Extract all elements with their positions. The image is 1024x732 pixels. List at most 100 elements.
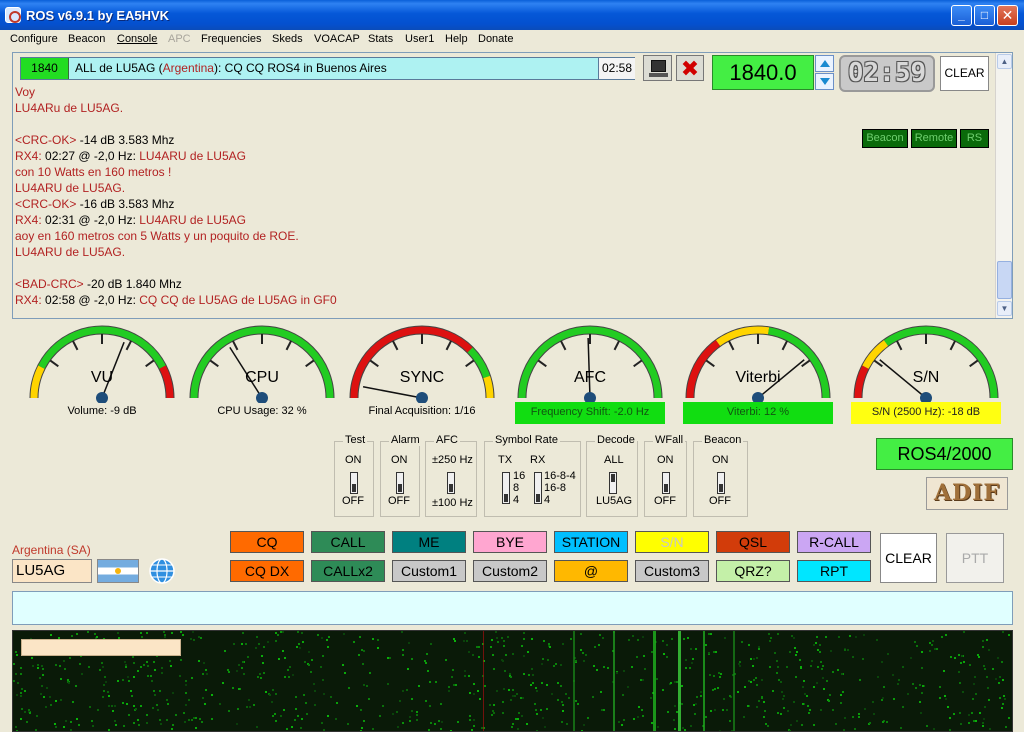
gauge-arc-segment xyxy=(883,326,998,399)
clear-console-button[interactable]: CLEAR xyxy=(940,56,989,91)
terminal-icon[interactable] xyxy=(643,55,672,81)
macro-custom3-button[interactable]: Custom3 xyxy=(635,560,709,582)
scroll-up-arrow-icon[interactable]: ▲ xyxy=(997,54,1012,69)
globe-icon[interactable] xyxy=(145,557,179,585)
callsign-field[interactable]: LU5AG xyxy=(12,559,92,583)
console-line: RX4: 02:58 @ -2,0 Hz: CQ CQ de LU5AG de … xyxy=(15,293,337,307)
menu-configure[interactable]: Configure xyxy=(10,33,58,45)
waterfall-bandwidth-marker[interactable] xyxy=(21,639,181,656)
macro-station-button[interactable]: STATION xyxy=(554,531,628,553)
adif-button[interactable]: ADIF xyxy=(926,477,1008,510)
close-button[interactable]: ✕ xyxy=(997,5,1018,26)
console-log[interactable]: Voy LU4ARu de LU5AG. <CRC-OK> -14 dB 3.58… xyxy=(12,52,1013,319)
stop-x-icon[interactable]: ✖ xyxy=(676,55,704,81)
gauge-tick xyxy=(633,359,643,368)
console-line: LU4ARu de LU5AG. xyxy=(15,101,124,115)
toggle-decode-all: ALL xyxy=(604,454,624,466)
macro-rcall-button[interactable]: R-CALL xyxy=(797,531,871,553)
toggle-beacon-on: ON xyxy=(712,454,729,466)
ptt-button: PTT xyxy=(946,533,1004,583)
macro-custom2-button[interactable]: Custom2 xyxy=(473,560,547,582)
scroll-thumb[interactable] xyxy=(997,261,1012,299)
menu-beacon[interactable]: Beacon xyxy=(68,33,105,45)
scroll-down-arrow-icon[interactable]: ▼ xyxy=(997,301,1012,316)
gauge-afc-dial xyxy=(517,325,663,403)
gauge-tick xyxy=(896,340,903,351)
gauge-tick xyxy=(285,340,292,351)
gauge-tick xyxy=(537,359,547,368)
macro-cq-button[interactable]: CQ xyxy=(230,531,304,553)
symbol-rate-tx-options: 16 8 4 xyxy=(513,470,526,506)
symbol-rate-rx-switch[interactable] xyxy=(534,472,542,504)
spin-up-icon[interactable] xyxy=(815,55,834,72)
menu-console[interactable]: Console xyxy=(117,33,157,45)
gauge-tick xyxy=(705,359,715,368)
menu-bar: Configure Beacon Console APC Frequencies… xyxy=(0,30,1024,50)
spin-down-icon[interactable] xyxy=(815,73,834,90)
toggle-decode: Decode ALL LU5AG xyxy=(586,434,638,517)
toggle-wfall-title: WFall xyxy=(653,434,686,446)
waterfall-display[interactable] xyxy=(12,630,1013,732)
macro-cqdx-button[interactable]: CQ DX xyxy=(230,560,304,582)
menu-help[interactable]: Help xyxy=(445,33,468,45)
frequency-spinner[interactable] xyxy=(815,55,834,90)
toggle-decode-switch[interactable] xyxy=(609,472,617,494)
toggle-alarm-off: OFF xyxy=(388,495,410,507)
gauge-hub xyxy=(416,392,428,403)
toggle-alarm-switch[interactable] xyxy=(396,472,404,494)
macro-sn-button[interactable]: S/N xyxy=(635,531,709,553)
rs-button[interactable]: RS xyxy=(960,129,989,148)
frequency-display[interactable]: 1840.0 xyxy=(712,55,814,90)
macro-me-button[interactable]: ME xyxy=(392,531,466,553)
macro-custom1-button[interactable]: Custom1 xyxy=(392,560,466,582)
symbol-rate-rx-label: RX xyxy=(530,454,546,466)
waterfall-signal-line xyxy=(483,631,484,731)
clear-tx-button[interactable]: CLEAR xyxy=(880,533,937,583)
gauge-tick xyxy=(949,340,956,351)
console-line: con 10 Watts en 160 metros ! xyxy=(15,165,172,179)
macro-callx2-button[interactable]: CALLx2 xyxy=(311,560,385,582)
gauge-sync: SYNC Final Acquisition: 1/16 xyxy=(347,323,497,423)
gauge-vu-dial xyxy=(29,325,175,403)
macro-bye-button[interactable]: BYE xyxy=(473,531,547,553)
macro-qsl-button[interactable]: QSL xyxy=(716,531,790,553)
toggle-wfall-off: OFF xyxy=(654,495,676,507)
macro-rpt-button[interactable]: RPT xyxy=(797,560,871,582)
macro-qrz-button[interactable]: QRZ? xyxy=(716,560,790,582)
remote-button[interactable]: Remote xyxy=(911,129,957,148)
macro-at-button[interactable]: @ xyxy=(554,560,628,582)
toggle-wfall-on: ON xyxy=(657,454,674,466)
menu-user1[interactable]: User1 xyxy=(405,33,434,45)
console-scrollbar[interactable]: ▲ ▼ xyxy=(995,53,1012,318)
waterfall-signal-line xyxy=(703,631,705,731)
toggle-afc-switch[interactable] xyxy=(447,472,455,494)
toggle-wfall-switch[interactable] xyxy=(662,472,670,494)
toggle-decode-title: Decode xyxy=(595,434,637,446)
toggle-test-switch[interactable] xyxy=(350,472,358,494)
maximize-button[interactable]: □ xyxy=(974,5,995,26)
minimize-button[interactable]: _ xyxy=(951,5,972,26)
gauge-viterbi-label: Viterbi xyxy=(735,369,781,386)
gauge-tick xyxy=(613,340,620,351)
gauge-tick xyxy=(465,359,475,368)
symbol-rate-tx-switch[interactable] xyxy=(502,472,510,504)
menu-frequencies[interactable]: Frequencies xyxy=(201,33,262,45)
beacon-button[interactable]: Beacon xyxy=(862,129,908,148)
menu-voacap[interactable]: VOACAP xyxy=(314,33,360,45)
gauge-sync-caption: Final Acquisition: 1/16 xyxy=(368,405,476,417)
menu-donate[interactable]: Donate xyxy=(478,33,513,45)
gauge-afc-caption: Frequency Shift: -2.0 Hz xyxy=(515,402,665,424)
menu-stats[interactable]: Stats xyxy=(368,33,393,45)
gauge-sn-label: S/N xyxy=(912,369,940,386)
toggle-beacon-switch[interactable] xyxy=(717,472,725,494)
gauge-hub xyxy=(256,392,268,403)
tx-text-input[interactable] xyxy=(12,591,1013,625)
gauge-afc-label: AFC xyxy=(574,369,606,386)
menu-skeds[interactable]: Skeds xyxy=(272,33,303,45)
gauge-tick xyxy=(728,340,735,351)
gauge-tick xyxy=(369,359,379,368)
gauge-vu: VU Volume: -9 dB xyxy=(27,323,177,423)
gauge-tick xyxy=(125,340,132,351)
macro-call-button[interactable]: CALL xyxy=(311,531,385,553)
mode-display[interactable]: ROS4/2000 xyxy=(876,438,1013,470)
